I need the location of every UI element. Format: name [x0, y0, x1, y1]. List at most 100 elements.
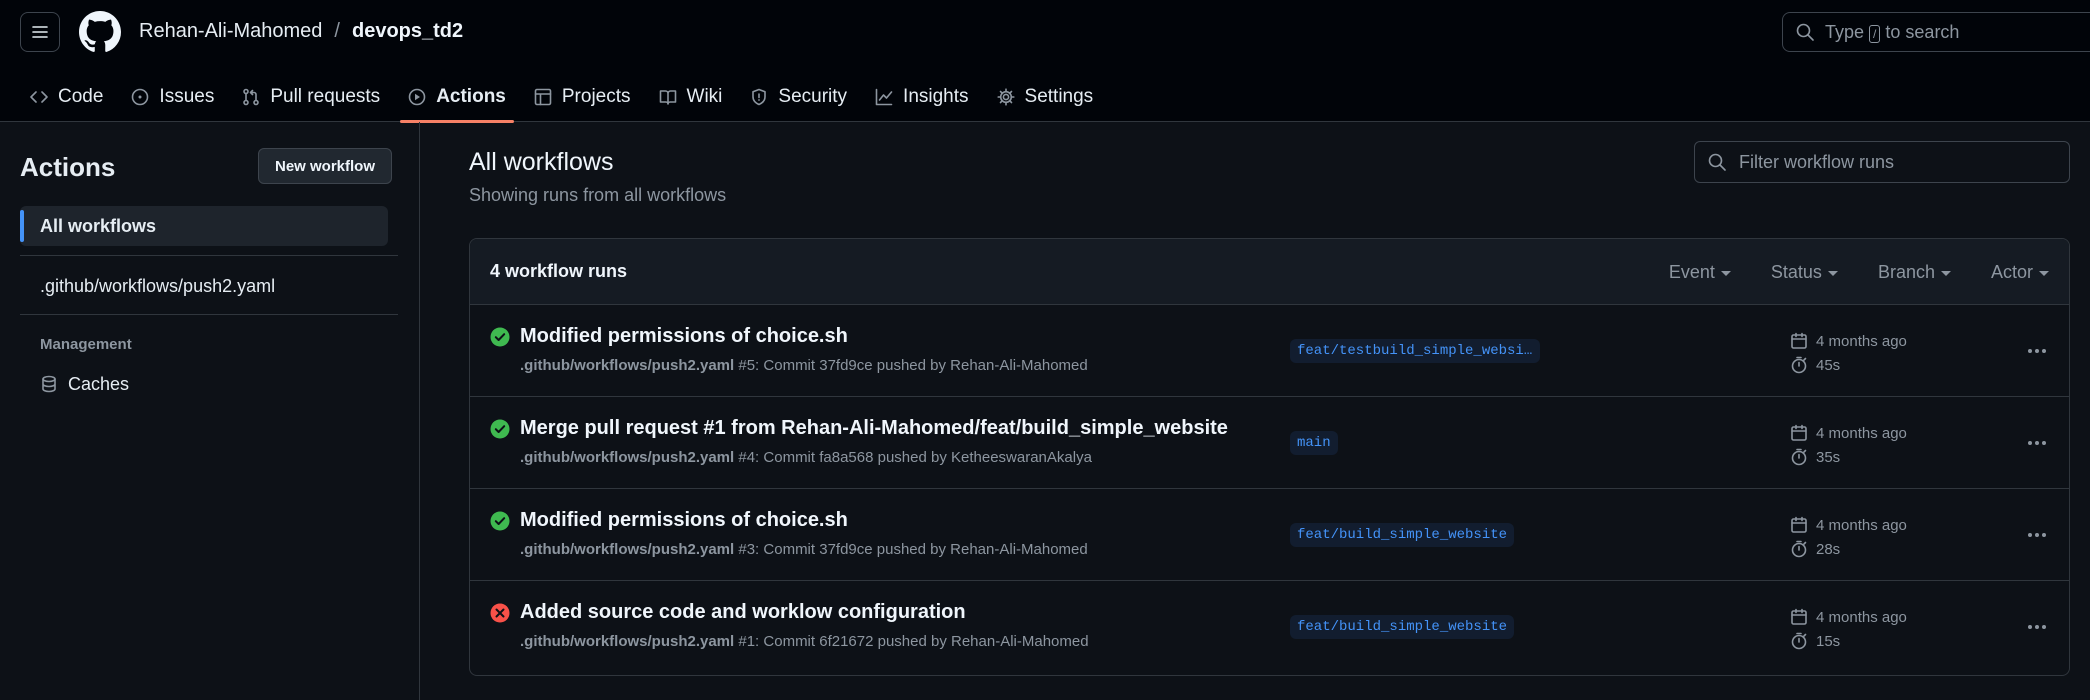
sidebar-item-caches-label: Caches [68, 373, 130, 394]
repo-name-link[interactable]: devops_td2 [352, 20, 463, 43]
workflow-run-row[interactable]: Modified permissions of choice.sh .githu… [470, 305, 2069, 397]
tab-wiki-label: Wiki [686, 86, 723, 107]
repo-owner-link[interactable]: Rehan-Ali-Mahomed [139, 20, 322, 43]
stopwatch-icon [1791, 356, 1807, 374]
calendar-icon [1791, 424, 1807, 441]
runs-list-header: 4 workflow runs Event Status Branch Acto… [470, 239, 2069, 305]
search-icon [1796, 23, 1814, 41]
filter-workflow-runs-input[interactable]: Filter workflow runs [1694, 141, 2070, 183]
table-icon [534, 88, 552, 106]
search-shortcut-key: / [1869, 24, 1881, 43]
success-check-icon [490, 511, 510, 531]
run-title-link[interactable]: Merge pull request #1 from Rehan-Ali-Mah… [520, 417, 1228, 440]
branch-label[interactable]: feat/testbuild_simple_website [1290, 339, 1540, 363]
search-placeholder-prefix: Type [1825, 21, 1865, 42]
run-title-link[interactable]: Modified permissions of choice.sh [520, 509, 848, 532]
workflow-run-row[interactable]: Merge pull request #1 from Rehan-Ali-Mah… [470, 397, 2069, 489]
run-title-link[interactable]: Modified permissions of choice.sh [520, 325, 848, 348]
shield-icon [752, 88, 767, 106]
gear-icon [996, 88, 1015, 106]
branch-filter-dropdown[interactable]: Branch [1878, 262, 1951, 283]
success-check-icon [490, 419, 510, 439]
actor-filter-dropdown[interactable]: Actor [1991, 262, 2049, 283]
tab-pull-requests[interactable]: Pull requests [228, 72, 394, 122]
run-started-ago: 4 months ago [1816, 424, 1907, 442]
stopwatch-icon [1791, 448, 1807, 466]
run-detail: #1: Commit 6f21672 pushed by Rehan-Ali-M… [738, 633, 1089, 650]
run-duration: 15s [1816, 632, 1841, 650]
github-logo-icon[interactable] [79, 11, 121, 53]
run-detail: #4: Commit fa8a568 pushed by Ketheeswara… [738, 449, 1092, 466]
event-filter-dropdown[interactable]: Event [1669, 262, 1731, 283]
branch-label[interactable]: feat/build_simple_website [1290, 615, 1515, 639]
repo-navigation: Code Issues Pull requests Actions Projec… [16, 72, 1108, 123]
tab-actions-label: Actions [436, 86, 506, 107]
tab-actions[interactable]: Actions [394, 72, 520, 123]
workflow-runs-list: 4 workflow runs Event Status Branch Acto… [469, 238, 2070, 676]
run-started-ago: 4 months ago [1816, 332, 1907, 350]
tab-insights[interactable]: Insights [861, 72, 982, 122]
tab-security-label: Security [778, 86, 848, 107]
run-timing: 4 months ago 28s [1790, 513, 1907, 561]
run-meta: .github/workflows/push2.yaml #3: Commit … [520, 541, 1088, 558]
breadcrumb-separator: / [334, 20, 340, 42]
global-header: Rehan-Ali-Mahomed / devops_td2 Type / to… [0, 0, 2090, 123]
tab-code[interactable]: Code [16, 72, 117, 122]
tab-pull-requests-label: Pull requests [270, 86, 381, 107]
sidebar-item-workflow-push2[interactable]: .github/workflows/push2.yaml [20, 266, 388, 306]
run-meta: .github/workflows/push2.yaml #1: Commit … [520, 633, 1089, 650]
page-subtitle: Showing runs from all workflows [469, 185, 727, 205]
actor-filter-label: Actor [1990, 261, 2033, 282]
calendar-icon [1791, 608, 1807, 625]
stopwatch-icon [1791, 632, 1807, 650]
tab-issues[interactable]: Issues [117, 72, 228, 122]
breadcrumb: Rehan-Ali-Mahomed / devops_td2 [139, 20, 463, 43]
sidebar-divider [20, 314, 398, 315]
run-timing: 4 months ago 35s [1790, 421, 1907, 469]
search-icon [1708, 153, 1726, 171]
run-options-kebab-icon[interactable] [2022, 613, 2052, 641]
branch-label[interactable]: main [1290, 431, 1338, 455]
run-started-ago: 4 months ago [1816, 608, 1907, 626]
run-options-kebab-icon[interactable] [2022, 521, 2052, 549]
chevron-down-icon [1720, 270, 1731, 276]
sidebar-title: Actions [20, 152, 116, 182]
run-workflow-name: .github/workflows/push2.yaml [520, 449, 735, 466]
tab-wiki[interactable]: Wiki [645, 72, 737, 122]
workflow-run-row[interactable]: Modified permissions of choice.sh .githu… [470, 489, 2069, 581]
workflow-run-row[interactable]: Added source code and worklow configurat… [470, 581, 2069, 673]
run-duration: 45s [1816, 356, 1841, 374]
issue-icon [132, 88, 149, 106]
actions-sidebar: Actions New workflow All workflows .gith… [0, 122, 420, 700]
hamburger-icon [32, 26, 48, 38]
book-icon [659, 90, 676, 105]
tab-projects[interactable]: Projects [520, 72, 645, 122]
run-options-kebab-icon[interactable] [2022, 337, 2052, 365]
run-detail: #5: Commit 37fd9ce pushed by Rehan-Ali-M… [738, 357, 1088, 374]
new-workflow-button[interactable]: New workflow [258, 148, 393, 184]
runs-filters: Event Status Branch Actor [1669, 239, 2049, 305]
tab-security[interactable]: Security [736, 72, 861, 122]
tab-projects-label: Projects [561, 86, 631, 107]
global-search-input[interactable]: Type / to search [1782, 12, 2090, 52]
success-check-icon [490, 327, 510, 347]
run-title-link[interactable]: Added source code and worklow configurat… [520, 601, 966, 624]
failure-x-icon [490, 603, 510, 623]
run-options-kebab-icon[interactable] [2022, 429, 2052, 457]
branch-filter-label: Branch [1877, 261, 1935, 282]
chevron-down-icon [1940, 270, 1951, 276]
graph-icon [875, 88, 893, 106]
calendar-icon [1791, 516, 1807, 533]
run-started-ago: 4 months ago [1816, 516, 1907, 534]
branch-label[interactable]: feat/build_simple_website [1290, 523, 1515, 547]
tab-settings[interactable]: Settings [983, 72, 1108, 122]
status-filter-dropdown[interactable]: Status [1771, 262, 1838, 283]
sidebar-item-caches[interactable]: Caches [20, 364, 388, 404]
event-filter-label: Event [1668, 261, 1715, 282]
menu-button[interactable] [20, 12, 60, 52]
run-meta: .github/workflows/push2.yaml #4: Commit … [520, 449, 1092, 466]
tab-settings-label: Settings [1024, 86, 1094, 107]
page-title: All workflows [469, 148, 614, 176]
pull-request-icon [243, 88, 260, 106]
sidebar-item-all-workflows[interactable]: All workflows [20, 206, 388, 246]
